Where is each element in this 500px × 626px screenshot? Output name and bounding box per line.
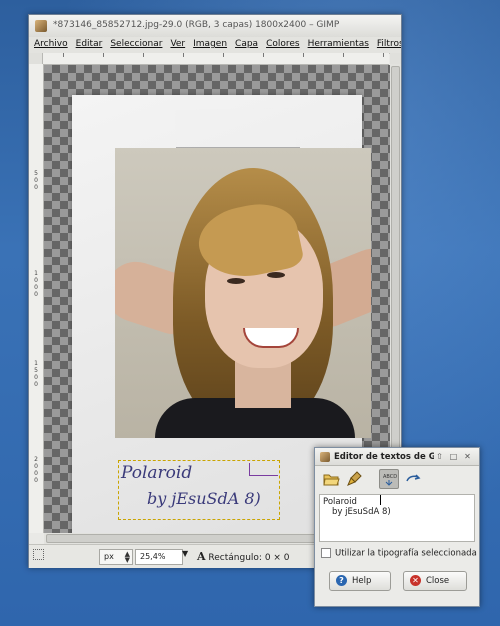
tool-status: A Rectángulo: 0 × 0 <box>197 550 290 563</box>
maximize-icon[interactable]: □ <box>449 452 458 461</box>
menu-archivo[interactable]: Archivo <box>29 37 71 49</box>
gimp-titlebar[interactable]: *873146_85852712.jpg-29.0 (RGB, 3 capas)… <box>29 15 401 38</box>
ruler-label-2000: 2 0 0 0 <box>34 456 38 484</box>
horizontal-ruler[interactable] <box>43 53 389 65</box>
canvas-caption-line1: Polaroid <box>121 463 193 483</box>
checkbox-label: Utilizar la tipografía seleccionada <box>335 548 477 559</box>
text-tool-icon: A <box>197 550 206 563</box>
menu-herramientas[interactable]: Herramientas <box>303 37 372 49</box>
help-label: Help <box>352 576 372 586</box>
close-label: Close <box>426 576 450 586</box>
checkbox-box[interactable] <box>321 548 331 558</box>
rtl-direction-button[interactable] <box>403 469 423 489</box>
canvas-caption-line2: by jEsuSdA 8) <box>147 489 261 508</box>
ltr-direction-button[interactable]: ABCD <box>379 469 399 489</box>
menu-capa[interactable]: Capa <box>230 37 261 49</box>
editor-app-icon <box>320 452 330 462</box>
editor-toolbar: ABCD <box>317 469 475 491</box>
ruler-label-1500: 1 5 0 0 <box>34 360 38 388</box>
photo-eye-left <box>227 278 245 284</box>
text-box-marker <box>249 463 278 476</box>
close-icon: ✕ <box>410 575 421 586</box>
text-editor-dialog[interactable]: Editor de textos de GI ⇧ □ ✕ ABCD Polaro… <box>314 447 480 607</box>
unit-value: px <box>104 552 114 561</box>
menubar: Archivo Editar Seleccionar Ver Imagen Capa Col… <box>29 37 401 54</box>
clear-text-button[interactable] <box>345 469 365 489</box>
ruler-label-500: 5 0 0 <box>34 170 38 191</box>
window-title: *873146_85852712.jpg-29.0 (RGB, 3 capas)… <box>53 20 340 30</box>
open-icon <box>323 474 340 486</box>
menu-editar[interactable]: Editar <box>71 37 106 49</box>
zoom-corner-button[interactable] <box>390 53 401 64</box>
editor-titlebar[interactable]: Editor de textos de GI ⇧ □ ✕ <box>315 448 479 466</box>
zoom-input[interactable]: 25,4% <box>135 549 183 565</box>
gimp-app-icon <box>35 20 47 32</box>
help-button[interactable]: ? Help <box>329 571 391 591</box>
unit-spin-icon: ▲ ▼ <box>124 550 130 564</box>
text-edit-area[interactable]: Polaroid by jEsuSdA 8) <box>319 494 475 542</box>
menu-filtros[interactable]: Filtros <box>372 37 401 49</box>
editor-text-line2: by jEsuSdA 8) <box>332 507 391 517</box>
close-button[interactable]: ✕ Close <box>403 571 467 591</box>
editor-title: Editor de textos de GI <box>334 452 434 462</box>
text-caret <box>380 495 381 505</box>
clear-icon <box>347 471 362 486</box>
navigate-icon[interactable] <box>33 549 44 560</box>
rtl-icon <box>406 474 421 482</box>
portrait-photo <box>115 148 371 438</box>
svg-text:ABCD: ABCD <box>383 474 397 480</box>
menu-imagen[interactable]: Imagen <box>188 37 230 49</box>
shade-icon[interactable]: ⇧ <box>435 452 444 461</box>
menu-colores[interactable]: Colores <box>261 37 303 49</box>
window-close-icon[interactable]: ✕ <box>463 452 472 461</box>
tape-strip <box>175 107 297 153</box>
menu-ver[interactable]: Ver <box>165 37 188 49</box>
ltr-icon: ABCD <box>383 474 397 486</box>
open-file-button[interactable] <box>321 469 341 489</box>
zoom-dropdown-icon[interactable]: ▼ <box>182 549 192 563</box>
unit-selector[interactable]: px ▲ ▼ <box>99 549 133 565</box>
menu-seleccionar[interactable]: Seleccionar <box>105 37 165 49</box>
help-icon: ? <box>336 575 347 586</box>
use-selected-font-checkbox[interactable]: Utilizar la tipografía seleccionada <box>321 548 477 559</box>
editor-text-line1: Polaroid <box>323 497 357 507</box>
vertical-ruler[interactable]: 5 0 0 1 0 0 0 1 5 0 0 2 0 0 0 <box>29 64 44 533</box>
zoom-value: 25,4% <box>140 552 166 561</box>
tool-status-text: Rectángulo: 0 × 0 <box>208 553 290 563</box>
photo-eye-right <box>267 272 285 278</box>
ruler-label-1000: 1 0 0 0 <box>34 270 38 298</box>
text-layer-selection[interactable]: Polaroid by jEsuSdA 8) <box>118 460 280 520</box>
